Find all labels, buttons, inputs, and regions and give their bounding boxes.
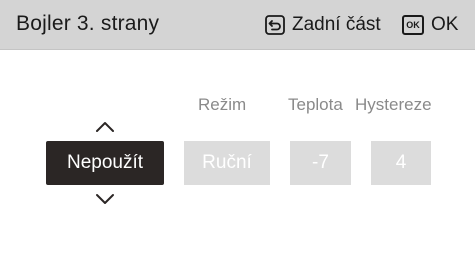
column-header-mode: Režim: [198, 95, 247, 114]
ok-button[interactable]: OK OK: [402, 12, 458, 38]
chevron-down-icon[interactable]: [95, 192, 115, 206]
column-header-temperature: Teplota: [288, 95, 343, 114]
return-arrow-icon: [265, 15, 285, 35]
chevron-up-icon[interactable]: [95, 120, 115, 134]
ok-label: OK: [431, 14, 459, 35]
header-bar: Bojler 3. strany Zadní část OK OK: [0, 0, 475, 50]
column-header-hysteresis: Hystereze: [355, 95, 432, 114]
temperature-field[interactable]: -7: [290, 141, 351, 185]
usage-selector[interactable]: Nepoužít: [46, 141, 164, 185]
hysteresis-field[interactable]: 4: [371, 141, 431, 185]
back-label: Zadní část: [292, 14, 381, 35]
page-title: Bojler 3. strany: [16, 12, 160, 35]
ok-key-icon: OK: [402, 15, 424, 35]
mode-field[interactable]: Ruční: [184, 141, 270, 185]
back-button[interactable]: Zadní část: [265, 12, 381, 38]
